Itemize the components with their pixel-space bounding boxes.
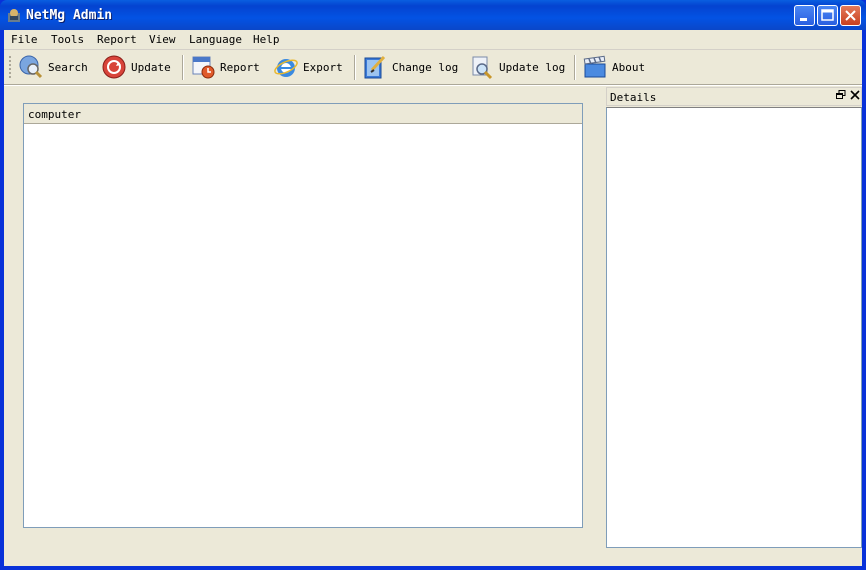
minimize-icon (800, 18, 807, 21)
menu-language[interactable]: Language (189, 33, 242, 46)
column-header-computer[interactable]: computer (24, 104, 582, 124)
minimize-button[interactable] (794, 5, 815, 26)
menu-view[interactable]: View (149, 33, 176, 46)
title-bar[interactable]: NetMg Admin (0, 0, 866, 30)
export-button[interactable]: Export (273, 53, 343, 81)
window-title: NetMg Admin (26, 8, 113, 23)
clapperboard-icon (583, 55, 606, 78)
change-log-icon (364, 55, 386, 79)
toolbar: Search Update Report Export Change log U… (4, 50, 862, 85)
maximize-button[interactable] (817, 5, 838, 26)
update-log-label: Update log (499, 60, 566, 74)
update-icon (102, 55, 126, 79)
details-title: Details (610, 91, 657, 104)
search-label: Search (48, 60, 88, 74)
details-panel: Details (606, 87, 862, 548)
export-label: Export (303, 60, 343, 74)
app-window: NetMg Admin File Tools Report View Langu… (0, 0, 866, 570)
menu-bar: File Tools Report View Language Help (4, 30, 862, 50)
update-log-icon (472, 56, 493, 80)
search-button[interactable]: Search (18, 53, 88, 81)
maximize-icon (821, 9, 834, 21)
close-button[interactable] (840, 5, 861, 26)
report-calendar-icon (192, 56, 215, 79)
ie-icon (274, 59, 298, 77)
change-log-button[interactable]: Change log (362, 53, 458, 81)
report-button[interactable]: Report (190, 53, 260, 81)
report-label: Report (220, 60, 260, 74)
menu-help[interactable]: Help (253, 33, 280, 46)
close-icon[interactable] (849, 90, 861, 102)
update-log-button[interactable]: Update log (469, 53, 565, 81)
close-icon (845, 10, 856, 21)
app-icon (8, 9, 20, 22)
update-label: Update (131, 60, 171, 74)
details-header[interactable]: Details (606, 87, 862, 106)
toolbar-separator (182, 55, 183, 80)
menu-tools[interactable]: Tools (51, 33, 84, 46)
toolbar-grip[interactable] (9, 56, 11, 78)
details-content (606, 107, 862, 548)
about-button[interactable]: About (582, 53, 645, 81)
search-globe-icon (19, 55, 43, 79)
about-label: About (612, 60, 646, 74)
toolbar-separator (574, 55, 575, 80)
menu-report[interactable]: Report (97, 33, 137, 46)
menu-file[interactable]: File (11, 33, 38, 46)
client-area: File Tools Report View Language Help Sea… (4, 30, 862, 566)
change-log-label: Change log (392, 60, 459, 74)
computer-list[interactable]: computer (23, 103, 583, 528)
restore-icon[interactable] (835, 90, 847, 102)
column-header-label: computer (28, 108, 81, 121)
update-button[interactable]: Update (101, 53, 171, 81)
toolbar-separator (354, 55, 355, 80)
